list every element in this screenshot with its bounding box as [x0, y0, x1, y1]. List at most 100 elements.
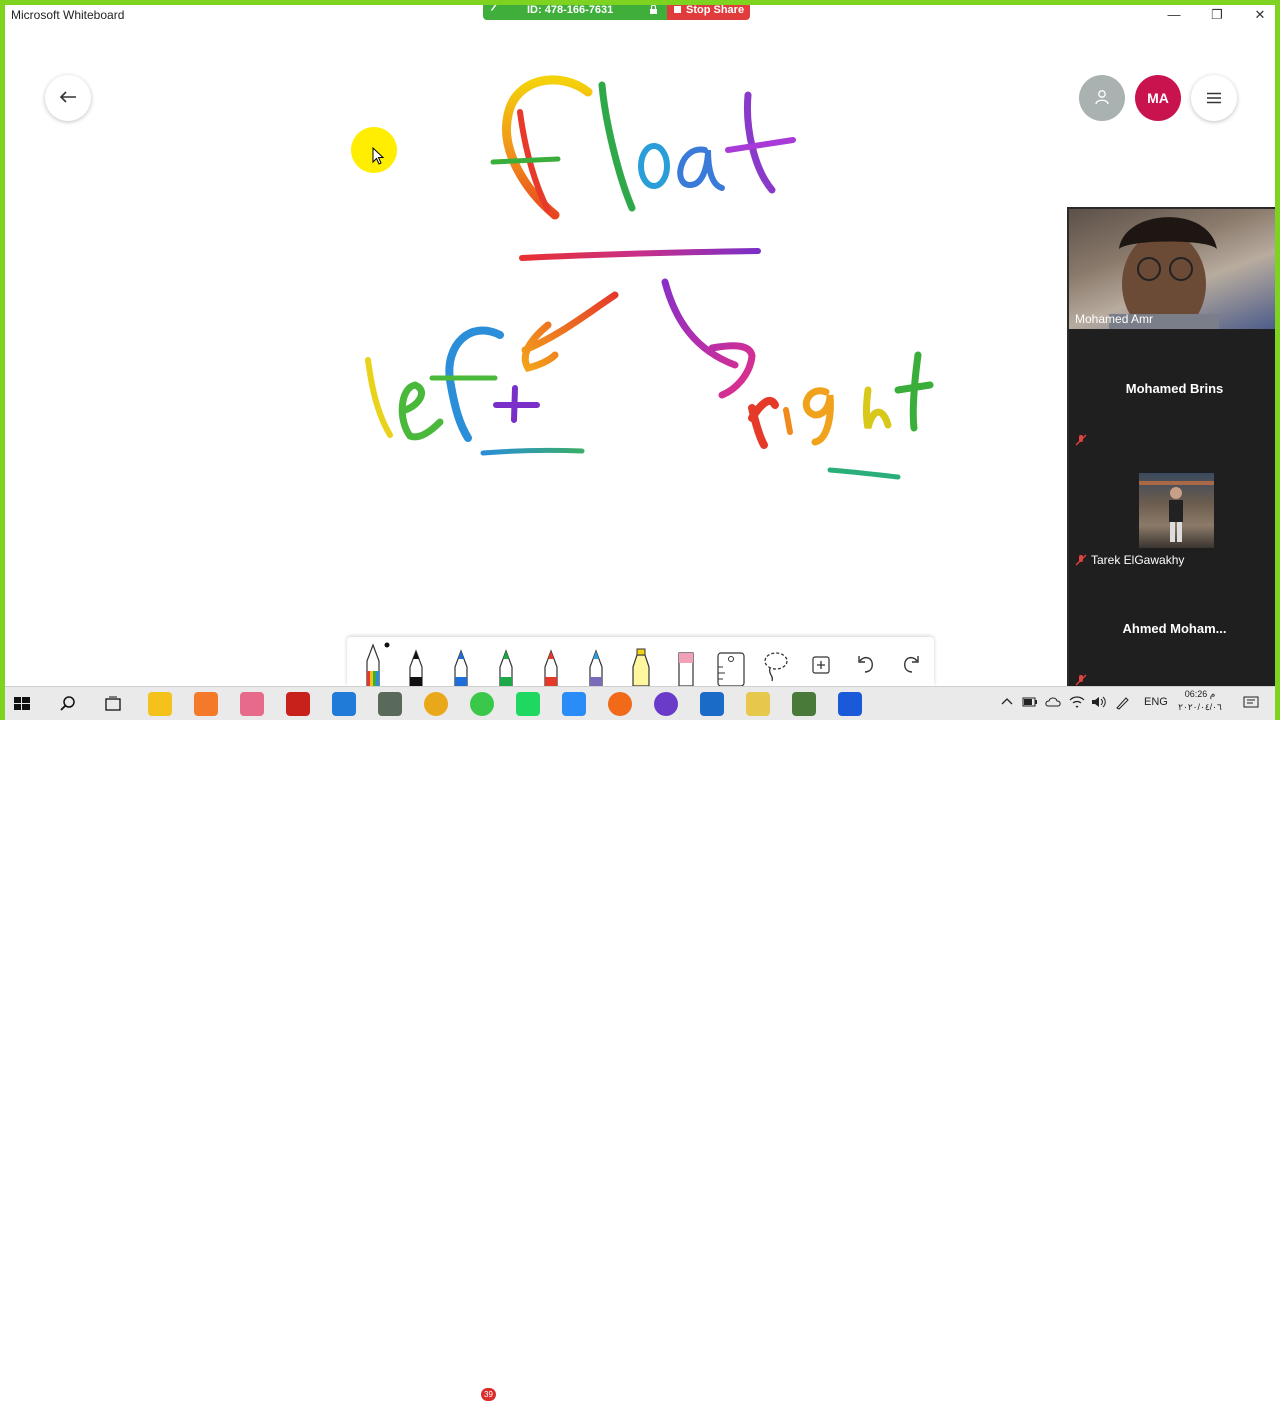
participant-video-feed — [1109, 217, 1219, 329]
firefox-icon[interactable] — [608, 692, 632, 716]
ruler-icon — [717, 652, 745, 687]
snipping-tool-icon[interactable] — [240, 692, 264, 716]
word-right-i — [783, 407, 793, 435]
arrow-left — [521, 291, 619, 373]
trello-icon[interactable] — [700, 692, 724, 716]
green-pen-icon — [499, 649, 513, 687]
participant-thumbnail — [1139, 473, 1214, 548]
letter-f-stroke — [502, 75, 593, 220]
lasso-icon — [764, 652, 788, 682]
highlighter-tool[interactable] — [623, 641, 659, 687]
participant-name: Mohamed Amr — [1075, 312, 1154, 326]
rainbow-pen-tool[interactable] — [355, 641, 391, 687]
ruler-tool[interactable] — [713, 641, 749, 687]
vscode-icon[interactable] — [332, 692, 356, 716]
search-icon — [60, 696, 75, 711]
participant-tile[interactable]: Mohamed Brins — [1069, 329, 1280, 449]
add-content-button[interactable] — [803, 641, 839, 686]
participants-button[interactable] — [1079, 75, 1125, 121]
clock-date: ٢٠٢٠/٠٤/٠٦ — [1178, 702, 1222, 712]
redo-button[interactable] — [893, 641, 929, 686]
language-indicator[interactable]: ENG — [1144, 696, 1168, 708]
word-right-h — [863, 386, 892, 429]
word-left-e — [398, 381, 444, 441]
undo-button[interactable] — [848, 641, 884, 686]
black-pen-icon — [409, 649, 423, 687]
arrow-right — [661, 278, 756, 399]
battery-icon[interactable] — [1022, 696, 1038, 711]
whiteboard-icon[interactable] — [838, 692, 862, 716]
windows-logo-icon — [14, 697, 30, 710]
xampp-icon[interactable] — [194, 692, 218, 716]
user-avatar[interactable]: MA — [1135, 75, 1181, 121]
app-icon[interactable] — [378, 692, 402, 716]
red-pen-tool[interactable] — [533, 641, 569, 687]
redo-icon — [904, 656, 919, 673]
system-clock[interactable]: 06:26 م ٢٠٢٠/٠٤/٠٦ — [1175, 688, 1225, 714]
participants-video-panel: Mohamed Amr Mohamed Brins Tarek ElGawakh… — [1067, 207, 1280, 689]
show-hidden-icons-button[interactable] — [1001, 696, 1013, 709]
eraser-icon — [678, 652, 694, 687]
blue-pen-tool[interactable] — [443, 641, 479, 687]
mic-muted-icon — [1075, 434, 1087, 446]
participant-name: Tarek ElGawakhy — [1091, 553, 1185, 567]
float-underline — [519, 248, 761, 261]
rainbow-pen-icon — [366, 642, 390, 687]
participant-tile[interactable]: Ahmed Moham... — [1069, 569, 1280, 689]
lasso-tool[interactable] — [758, 641, 794, 686]
chrome-icon[interactable] — [424, 692, 448, 716]
search-button[interactable] — [56, 692, 80, 716]
word-left-l — [365, 357, 393, 438]
letter-t-cross — [725, 137, 796, 153]
spotify-icon[interactable] — [516, 692, 540, 716]
word-right-r — [748, 397, 779, 449]
inking-toolbar — [347, 637, 934, 687]
onedrive-icon[interactable] — [1045, 696, 1061, 711]
person-icon — [1094, 89, 1110, 108]
start-button[interactable] — [10, 692, 34, 716]
mic-muted-icon — [1075, 674, 1087, 686]
clock-time: 06:26 م — [1184, 689, 1216, 699]
file-explorer-icon[interactable] — [148, 692, 172, 716]
app-icon[interactable] — [792, 692, 816, 716]
galaxy-pen-tool[interactable] — [578, 641, 614, 687]
back-arrow-icon — [59, 88, 77, 109]
zoom-icon[interactable] — [562, 692, 586, 716]
back-button[interactable] — [45, 75, 91, 121]
task-view-button[interactable] — [101, 692, 125, 716]
black-pen-tool[interactable] — [398, 641, 434, 687]
action-center-icon[interactable] — [1243, 696, 1259, 713]
app-icon[interactable] — [654, 692, 678, 716]
participant-name: Mohamed Brins — [1125, 381, 1224, 396]
filezilla-icon[interactable] — [286, 692, 310, 716]
add-icon — [812, 656, 830, 674]
undo-icon — [858, 656, 873, 673]
green-pen-tool[interactable] — [488, 641, 524, 687]
word-left-f — [445, 326, 504, 442]
participant-name: Ahmed Moham... — [1122, 621, 1227, 636]
letter-f-crossbar — [490, 156, 561, 165]
blue-pen-icon — [454, 649, 468, 687]
pen-workspace-icon[interactable] — [1114, 696, 1130, 713]
hamburger-menu-icon — [1206, 88, 1222, 109]
eraser-tool[interactable] — [668, 641, 704, 687]
letter-a — [677, 146, 725, 191]
windows-taskbar: 39 ENG 06:26 م ٢٠٢٠/٠٤/٠٦ — [0, 686, 1280, 1401]
word-left-underline — [480, 447, 585, 456]
letter-o — [638, 143, 670, 189]
video-tile[interactable]: Mohamed Amr — [1069, 209, 1280, 329]
word-right-t — [894, 351, 934, 432]
word-right-g — [802, 387, 834, 446]
highlighter-icon — [632, 648, 650, 687]
galaxy-pen-icon — [589, 649, 603, 687]
whatsapp-icon[interactable] — [470, 692, 494, 716]
menu-button[interactable] — [1191, 75, 1237, 121]
red-pen-icon — [544, 649, 558, 687]
mic-muted-icon — [1075, 554, 1087, 566]
wifi-icon[interactable] — [1069, 696, 1085, 711]
notification-badge: 39 — [481, 1388, 496, 1401]
app-icon[interactable] — [746, 692, 770, 716]
mouse-cursor-icon — [372, 146, 385, 170]
task-view-icon — [105, 696, 121, 711]
volume-icon[interactable] — [1091, 696, 1107, 711]
